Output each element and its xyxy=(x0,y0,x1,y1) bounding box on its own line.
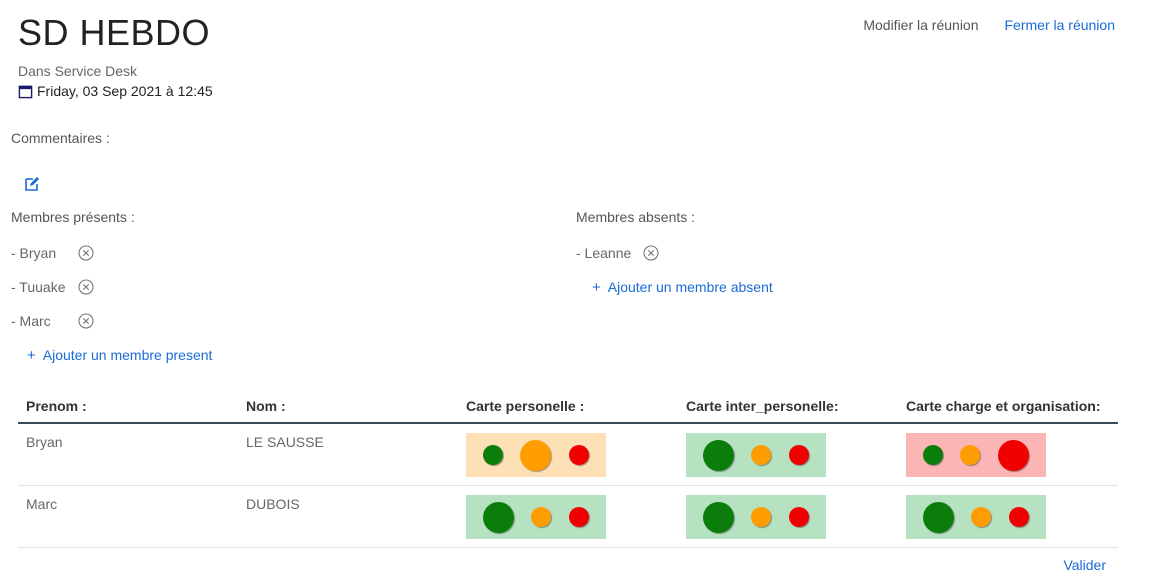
firstname-cell: Marc xyxy=(18,485,238,548)
traffic-light-card xyxy=(466,495,606,539)
plus-icon: + xyxy=(27,346,36,364)
page-title: SD HEBDO xyxy=(18,12,211,53)
red-indicator-dot[interactable] xyxy=(789,507,810,527)
present-member-item: - Marc xyxy=(11,313,94,329)
card-cell xyxy=(678,485,898,548)
member-name: - Tuuake xyxy=(11,279,66,295)
meeting-date-text: Friday, 03 Sep 2021 à 12:45 xyxy=(37,83,213,99)
present-member-item: - Tuuake xyxy=(11,279,94,295)
table-row: Bryan LE SAUSSE xyxy=(18,423,1118,486)
orange-indicator-dot[interactable] xyxy=(960,445,981,465)
traffic-light-card xyxy=(466,433,606,477)
green-indicator-dot[interactable] xyxy=(482,501,514,533)
column-header: Carte personelle : xyxy=(458,389,678,424)
lastname-cell: LE SAUSSE xyxy=(238,423,458,486)
member-name: - Marc xyxy=(11,313,51,329)
comments-label: Commentaires : xyxy=(11,130,110,146)
card-cell xyxy=(898,485,1118,548)
meeting-date: Friday, 03 Sep 2021 à 12:45 xyxy=(18,83,213,99)
green-indicator-dot[interactable] xyxy=(702,439,734,471)
add-absent-member-link[interactable]: + Ajouter un membre absent xyxy=(592,279,773,295)
table-header-row: Prenom : Nom : Carte personelle : Carte … xyxy=(18,389,1118,424)
absent-member-item: - Leanne xyxy=(576,245,659,261)
modify-meeting-link[interactable]: Modifier la réunion xyxy=(863,17,978,33)
red-indicator-dot[interactable] xyxy=(569,445,590,465)
traffic-light-card xyxy=(686,495,826,539)
validate-button[interactable]: Valider xyxy=(1063,557,1106,573)
column-header: Prenom : xyxy=(18,389,238,424)
card-cell xyxy=(458,423,678,486)
present-members-title: Membres présents : xyxy=(11,209,135,225)
calendar-icon xyxy=(18,85,33,98)
plus-icon: + xyxy=(592,278,601,296)
green-indicator-dot[interactable] xyxy=(702,501,734,533)
green-indicator-dot[interactable] xyxy=(482,445,503,465)
member-name: - Leanne xyxy=(576,245,632,261)
service-label: Dans Service Desk xyxy=(18,63,138,79)
orange-indicator-dot[interactable] xyxy=(971,507,992,527)
lastname-cell: DUBOIS xyxy=(238,485,458,548)
add-present-member-link[interactable]: + Ajouter un membre present xyxy=(27,347,212,363)
remove-member-icon[interactable] xyxy=(78,245,94,261)
red-indicator-dot[interactable] xyxy=(789,445,810,465)
orange-indicator-dot[interactable] xyxy=(751,445,772,465)
green-indicator-dot[interactable] xyxy=(922,501,954,533)
column-header: Carte charge et organisation: xyxy=(898,389,1118,424)
orange-indicator-dot[interactable] xyxy=(751,507,772,527)
orange-indicator-dot[interactable] xyxy=(531,507,552,527)
orange-indicator-dot[interactable] xyxy=(520,439,552,471)
remove-member-icon[interactable] xyxy=(78,279,94,295)
card-cell xyxy=(678,423,898,486)
add-present-member-label: Ajouter un membre present xyxy=(42,347,213,363)
card-cell xyxy=(458,485,678,548)
header-actions: Modifier la réunion Fermer la réunion xyxy=(863,17,1115,33)
evaluation-table: Prenom : Nom : Carte personelle : Carte … xyxy=(18,389,1118,548)
red-indicator-dot[interactable] xyxy=(569,507,590,527)
edit-icon[interactable] xyxy=(24,176,40,192)
red-indicator-dot[interactable] xyxy=(998,439,1030,471)
absent-members-title: Membres absents : xyxy=(576,209,696,225)
traffic-light-card xyxy=(686,433,826,477)
firstname-cell: Bryan xyxy=(18,423,238,486)
add-absent-member-label: Ajouter un membre absent xyxy=(607,279,773,295)
column-header: Carte inter_personelle: xyxy=(678,389,898,424)
remove-member-icon[interactable] xyxy=(78,313,94,329)
table-row: Marc DUBOIS xyxy=(18,485,1118,548)
card-cell xyxy=(898,423,1118,486)
red-indicator-dot[interactable] xyxy=(1009,507,1030,527)
member-name: - Bryan xyxy=(11,245,57,261)
green-indicator-dot[interactable] xyxy=(922,445,943,465)
traffic-light-card xyxy=(906,433,1046,477)
present-member-item: - Bryan xyxy=(11,245,94,261)
close-meeting-link[interactable]: Fermer la réunion xyxy=(1005,17,1116,33)
traffic-light-card xyxy=(906,495,1046,539)
column-header: Nom : xyxy=(238,389,458,424)
remove-member-icon[interactable] xyxy=(643,245,659,261)
